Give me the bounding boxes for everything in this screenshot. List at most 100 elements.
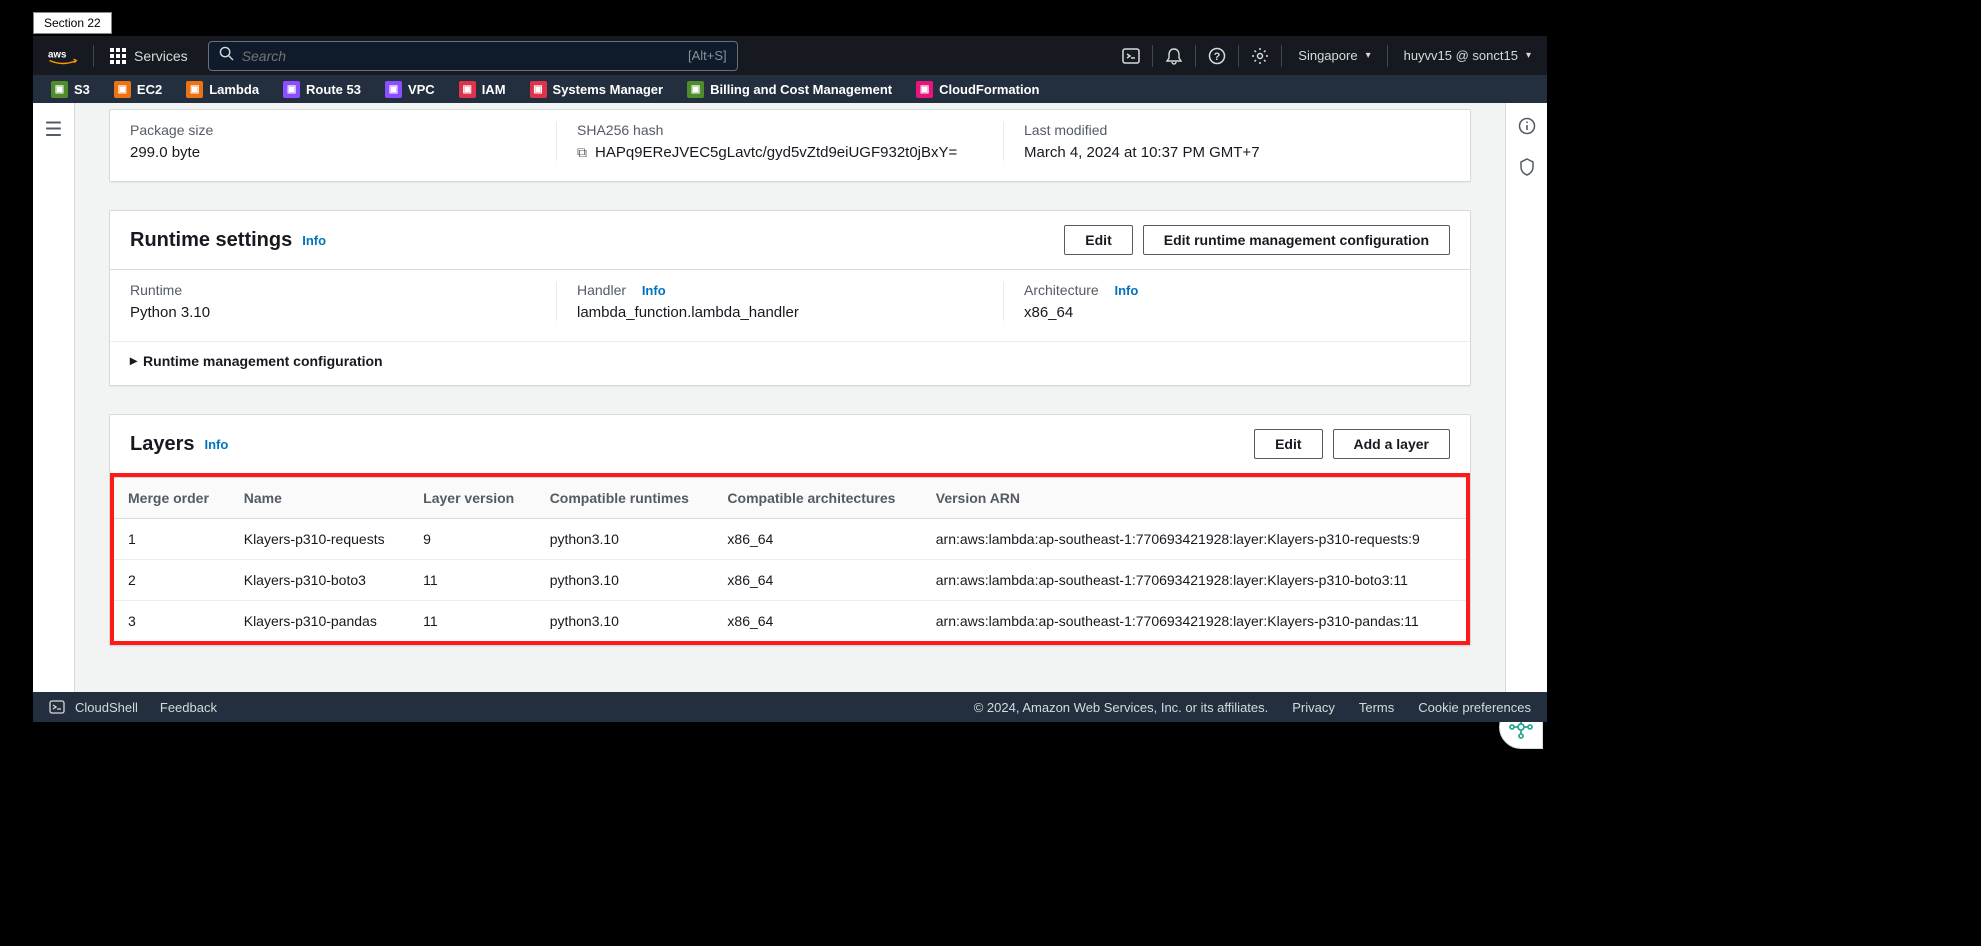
fav-item[interactable]: ▣ Lambda bbox=[176, 81, 269, 98]
fav-label: IAM bbox=[482, 82, 506, 97]
search-input[interactable] bbox=[242, 48, 688, 64]
fav-label: CloudFormation bbox=[939, 82, 1039, 97]
field-label: Architecture Info bbox=[1024, 282, 1430, 298]
table-cell: x86_64 bbox=[713, 560, 921, 601]
fav-item[interactable]: ▣Systems Manager bbox=[520, 81, 674, 98]
table-cell: arn:aws:lambda:ap-southeast-1:7706934219… bbox=[922, 519, 1466, 560]
table-row[interactable]: 2Klayers-p310-boto311python3.10x86_64arn… bbox=[114, 560, 1466, 601]
fav-label: EC2 bbox=[137, 82, 162, 97]
fav-label: VPC bbox=[408, 82, 435, 97]
info-col: Handler Info lambda_function.lambda_handl… bbox=[556, 282, 1003, 321]
info-link[interactable]: Info bbox=[1114, 283, 1138, 298]
edit-layers-button[interactable]: Edit bbox=[1254, 429, 1322, 459]
field-value: ⧉HAPq9EReJVEC5gLavtc/gyd5vZtd9eiUGF932t0… bbox=[577, 144, 983, 161]
service-icon: ▣ bbox=[186, 81, 203, 98]
settings-icon[interactable] bbox=[1239, 36, 1281, 75]
panel-title: Layers bbox=[130, 433, 195, 456]
table-cell: arn:aws:lambda:ap-southeast-1:7706934219… bbox=[922, 560, 1466, 601]
info-col: Last modified March 4, 2024 at 10:37 PM G… bbox=[1003, 122, 1450, 161]
info-panel-icon[interactable] bbox=[1518, 117, 1536, 140]
help-icon[interactable]: ? bbox=[1196, 36, 1238, 75]
search-icon bbox=[219, 46, 234, 66]
table-cell: 11 bbox=[409, 560, 536, 601]
fav-item[interactable]: ▣VPC bbox=[375, 81, 445, 98]
aws-logo[interactable]: aws bbox=[33, 47, 93, 65]
left-nav-rail: ☰ bbox=[33, 103, 75, 692]
layers-panel: Layers Info Edit Add a layer Merge order… bbox=[109, 414, 1471, 646]
fav-item[interactable]: ▣EC2 bbox=[104, 81, 172, 98]
cloudshell-button[interactable]: CloudShell bbox=[49, 699, 138, 715]
runtime-mgmt-expand[interactable]: ▸ Runtime management configuration bbox=[110, 341, 1470, 385]
table-cell: Klayers-p310-boto3 bbox=[230, 560, 409, 601]
field-label: Package size bbox=[130, 122, 536, 138]
svg-text:aws: aws bbox=[48, 49, 67, 60]
info-link[interactable]: Info bbox=[642, 283, 666, 298]
section-tab: Section 22 bbox=[33, 12, 112, 34]
fav-label: Lambda bbox=[209, 82, 259, 97]
fav-label: S3 bbox=[74, 82, 90, 97]
field-value: March 4, 2024 at 10:37 PM GMT+7 bbox=[1024, 144, 1430, 161]
caret-right-icon: ▸ bbox=[130, 352, 137, 369]
package-info-panel: Package size 299.0 byte SHA256 hash⧉HAPq9E… bbox=[109, 109, 1471, 182]
add-layer-button[interactable]: Add a layer bbox=[1333, 429, 1450, 459]
table-header: Compatible architectures bbox=[713, 478, 921, 519]
table-cell: x86_64 bbox=[713, 601, 921, 642]
fav-item[interactable]: ▣Billing and Cost Management bbox=[677, 81, 902, 98]
global-search[interactable]: [Alt+S] bbox=[208, 41, 738, 71]
layers-highlight: Merge orderNameLayer versionCompatible r… bbox=[110, 473, 1470, 645]
privacy-link[interactable]: Privacy bbox=[1292, 700, 1335, 715]
table-header: Layer version bbox=[409, 478, 536, 519]
table-cell: Klayers-p310-pandas bbox=[230, 601, 409, 642]
info-col: SHA256 hash⧉HAPq9EReJVEC5gLavtc/gyd5vZtd… bbox=[556, 122, 1003, 161]
service-icon: ▣ bbox=[51, 81, 68, 98]
table-cell: 9 bbox=[409, 519, 536, 560]
field-label: Handler Info bbox=[577, 282, 983, 298]
info-link[interactable]: Info bbox=[205, 437, 229, 452]
hamburger-icon[interactable]: ☰ bbox=[45, 117, 63, 692]
service-icon: ▣ bbox=[459, 81, 476, 98]
terms-link[interactable]: Terms bbox=[1359, 700, 1394, 715]
table-row[interactable]: 1Klayers-p310-requests9python3.10x86_64a… bbox=[114, 519, 1466, 560]
fav-item[interactable]: ▣ Route 53 bbox=[273, 81, 371, 98]
table-header: Name bbox=[230, 478, 409, 519]
table-row[interactable]: 3Klayers-p310-pandas11python3.10x86_64ar… bbox=[114, 601, 1466, 642]
fav-label: Route 53 bbox=[306, 82, 361, 97]
table-cell: 2 bbox=[114, 560, 230, 601]
table-header: Version ARN bbox=[922, 478, 1466, 519]
field-value: lambda_function.lambda_handler bbox=[577, 304, 983, 321]
service-icon: ▣ bbox=[916, 81, 933, 98]
expand-label: Runtime management configuration bbox=[143, 353, 383, 369]
global-topbar: aws Services [Alt+S] ? Singapore huyvv15… bbox=[33, 36, 1547, 75]
main-area: ☰ Package size 299.0 byte SHA256 hash⧉HAPq… bbox=[33, 103, 1547, 692]
edit-runtime-mgmt-button[interactable]: Edit runtime management configuration bbox=[1143, 225, 1450, 255]
table-cell: python3.10 bbox=[536, 560, 714, 601]
shield-icon[interactable] bbox=[1518, 158, 1536, 181]
notifications-icon[interactable] bbox=[1153, 36, 1195, 75]
fav-item[interactable]: ▣ S3 bbox=[41, 81, 100, 98]
fav-item[interactable]: ▣ CloudFormation bbox=[906, 81, 1049, 98]
search-shortcut: [Alt+S] bbox=[688, 48, 727, 63]
layers-table: Merge orderNameLayer versionCompatible r… bbox=[114, 477, 1466, 641]
field-label: Last modified bbox=[1024, 122, 1430, 138]
services-menu-button[interactable]: Services bbox=[94, 48, 204, 64]
info-link[interactable]: Info bbox=[302, 233, 326, 248]
account-menu[interactable]: huyvv15 @ sonct15 bbox=[1388, 48, 1547, 63]
fav-item[interactable]: ▣ IAM bbox=[449, 81, 516, 98]
copy-icon[interactable]: ⧉ bbox=[577, 144, 587, 161]
info-col: Architecture Infox86_64 bbox=[1003, 282, 1450, 321]
cookie-prefs-link[interactable]: Cookie preferences bbox=[1418, 700, 1531, 715]
field-value: 299.0 byte bbox=[130, 144, 536, 161]
copyright: © 2024, Amazon Web Services, Inc. or its… bbox=[974, 700, 1269, 715]
service-icon: ▣ bbox=[283, 81, 300, 98]
table-cell: Klayers-p310-requests bbox=[230, 519, 409, 560]
table-cell: 3 bbox=[114, 601, 230, 642]
fav-label: Billing and Cost Management bbox=[710, 82, 892, 97]
cloudshell-icon[interactable] bbox=[1110, 36, 1152, 75]
edit-runtime-button[interactable]: Edit bbox=[1064, 225, 1132, 255]
feedback-link[interactable]: Feedback bbox=[160, 700, 217, 715]
region-selector[interactable]: Singapore bbox=[1282, 48, 1386, 63]
table-cell: python3.10 bbox=[536, 519, 714, 560]
fav-label: Systems Manager bbox=[553, 82, 664, 97]
info-col: RuntimePython 3.10 bbox=[130, 282, 556, 321]
table-header: Merge order bbox=[114, 478, 230, 519]
